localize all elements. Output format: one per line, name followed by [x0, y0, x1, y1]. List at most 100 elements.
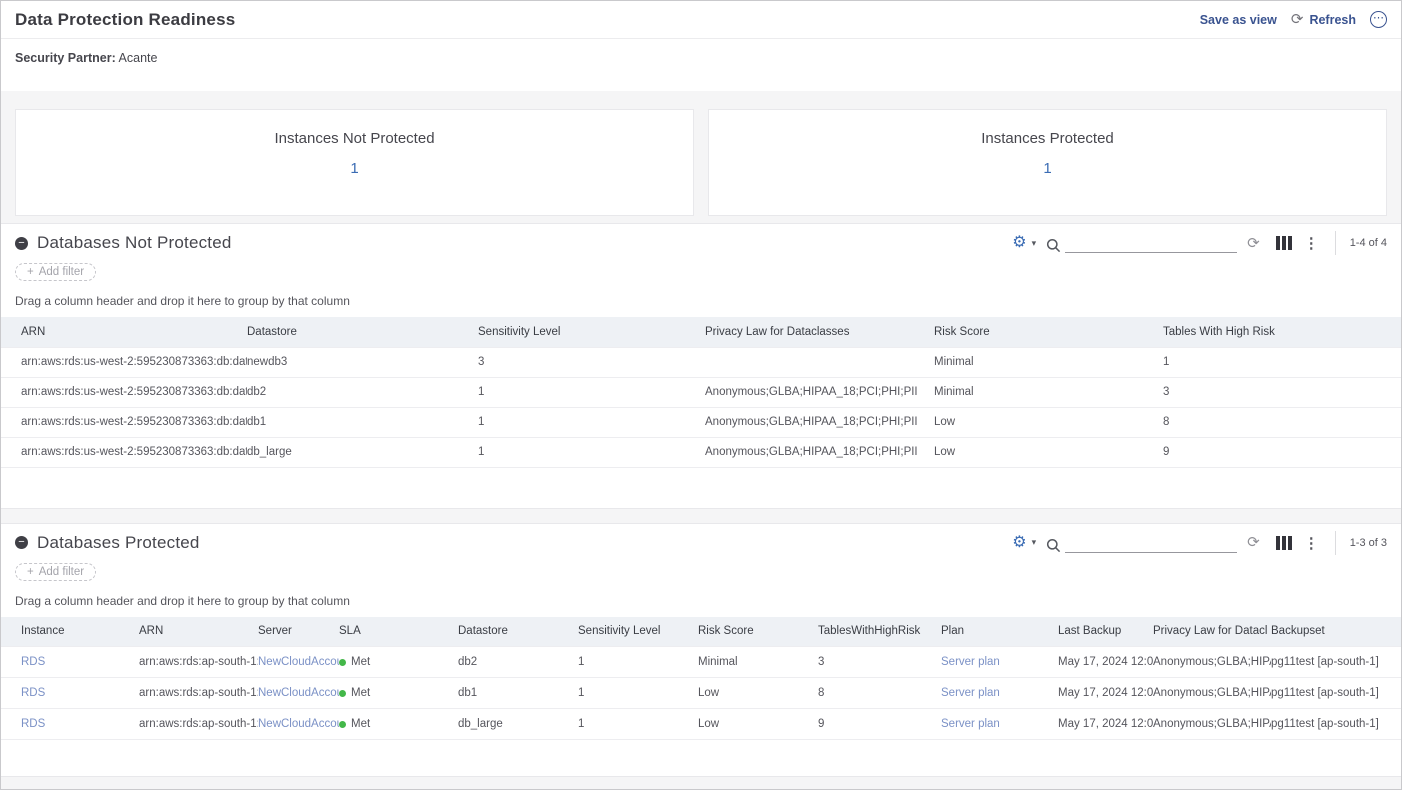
column-header-server[interactable]: Server [258, 617, 339, 647]
tables-high-risk-cell: 8 [818, 678, 941, 709]
more-menu-icon[interactable]: ⋯ [1370, 11, 1387, 28]
column-header-sla[interactable]: SLA [339, 617, 458, 647]
column-header-plan[interactable]: Plan [941, 617, 1058, 647]
save-as-view-button[interactable]: Save as view [1200, 13, 1277, 27]
table-header-row: ARN Datastore Sensitivity Level Privacy … [1, 317, 1401, 347]
search-box [1046, 533, 1237, 553]
section-header: − Databases Not Protected ⚙ ▾ ⟳ ⋮ 1-4 of… [1, 224, 1401, 260]
grid-refresh-icon[interactable]: ⟳ [1247, 535, 1260, 550]
column-header-tables-high-risk[interactable]: Tables With High Risk [1163, 317, 1401, 347]
column-header-datastore[interactable]: Datastore [458, 617, 578, 647]
toolbar-divider [1335, 231, 1336, 255]
arn-cell: arn:aws:rds:us-west-2:595230873363:db:da… [1, 437, 247, 467]
table-row: RDS arn:aws:rds:ap-south-1:6 NewCloudAcc… [1, 647, 1401, 678]
risk-score-cell: Minimal [934, 377, 1163, 407]
tables-high-risk-cell: 9 [818, 709, 941, 740]
column-header-backupset[interactable]: Backupset [1271, 617, 1401, 647]
filter-row: + Add filter [1, 560, 1401, 581]
server-link[interactable]: NewCloudAccount [258, 687, 339, 699]
table-row: arn:aws:rds:us-west-2:595230873363:db:da… [1, 347, 1401, 377]
server-link[interactable]: NewCloudAccount [258, 718, 339, 730]
backupset-cell: pg11test [ap-south-1] [1271, 709, 1401, 740]
sla-cell: Met [339, 678, 446, 708]
column-header-instance[interactable]: Instance [1, 617, 139, 647]
search-input[interactable] [1065, 233, 1237, 253]
grid-refresh-icon[interactable]: ⟳ [1247, 236, 1260, 251]
card-title: Instances Not Protected [16, 130, 693, 147]
security-partner-label: Security Partner: [15, 51, 116, 65]
filter-row: + Add filter [1, 260, 1401, 281]
instance-link[interactable]: RDS [21, 718, 45, 730]
plan-link[interactable]: Server plan [941, 718, 1000, 730]
column-header-privacy-law[interactable]: Privacy Law for Dataclasses [705, 317, 934, 347]
last-backup-cell: May 17, 2024 12:00:0 [1058, 678, 1153, 709]
card-value[interactable]: 1 [16, 160, 693, 177]
table-row: arn:aws:rds:us-west-2:595230873363:db:da… [1, 377, 1401, 407]
gear-icon[interactable]: ⚙ [1012, 235, 1026, 251]
table-row: RDS arn:aws:rds:ap-south-1:6 NewCloudAcc… [1, 678, 1401, 709]
data-protection-readiness-page: Data Protection Readiness Save as view ⟳… [0, 0, 1402, 790]
tables-high-risk-cell: 9 [1163, 437, 1401, 467]
column-header-risk-score[interactable]: Risk Score [934, 317, 1163, 347]
columns-icon[interactable] [1276, 236, 1292, 250]
kebab-menu-icon[interactable]: ⋮ [1302, 534, 1321, 552]
privacy-law-cell: Anonymous;GLBA;HIPAA_18;PCI;PHI;PII [1153, 678, 1271, 709]
card-value[interactable]: 1 [709, 160, 1386, 177]
risk-score-cell: Minimal [934, 347, 1163, 377]
datastore-cell: db2 [458, 647, 578, 678]
arn-cell: arn:aws:rds:us-west-2:595230873363:db:da… [1, 347, 247, 377]
column-header-privacy-law[interactable]: Privacy Law for Datacl [1153, 617, 1271, 647]
plan-link[interactable]: Server plan [941, 656, 1000, 668]
sla-met-dot-icon [339, 690, 346, 697]
card-instances-not-protected: Instances Not Protected 1 [15, 109, 694, 216]
arn-cell: arn:aws:rds:us-west-2:595230873363:db:da… [1, 407, 247, 437]
add-filter-button[interactable]: + Add filter [15, 563, 96, 581]
sla-met-dot-icon [339, 659, 346, 666]
sla-label: Met [351, 656, 370, 668]
column-header-last-backup[interactable]: Last Backup [1058, 617, 1153, 647]
column-header-sensitivity-level[interactable]: Sensitivity Level [478, 317, 705, 347]
chevron-down-icon[interactable]: ▾ [1032, 537, 1037, 548]
security-partner-line: Security Partner: Acante [1, 39, 1401, 91]
top-bar-actions: Save as view ⟳ Refresh ⋯ [1200, 11, 1387, 28]
chevron-down-icon[interactable]: ▾ [1032, 238, 1037, 249]
server-link[interactable]: NewCloudAccount [258, 656, 339, 668]
collapse-icon[interactable]: − [15, 237, 28, 250]
privacy-law-cell: Anonymous;GLBA;HIPAA_18;PCI;PHI;PII [705, 377, 934, 407]
plus-icon: + [27, 566, 34, 578]
datastore-cell: newdb3 [247, 347, 478, 377]
column-header-arn[interactable]: ARN [139, 617, 258, 647]
datastore-cell: db2 [247, 377, 478, 407]
backupset-cell: pg11test [ap-south-1] [1271, 678, 1401, 709]
gear-icon[interactable]: ⚙ [1012, 535, 1026, 551]
columns-icon[interactable] [1276, 536, 1292, 550]
collapse-icon[interactable]: − [15, 536, 28, 549]
column-header-datastore[interactable]: Datastore [247, 317, 478, 347]
table-row: arn:aws:rds:us-west-2:595230873363:db:da… [1, 437, 1401, 467]
privacy-law-cell: Anonymous;GLBA;HIPAA_18;PCI;PHI;PII [1153, 647, 1271, 678]
kebab-menu-icon[interactable]: ⋮ [1302, 234, 1321, 252]
section-collapse-toggle[interactable]: − Databases Not Protected [15, 233, 232, 253]
sla-met-dot-icon [339, 721, 346, 728]
plan-link[interactable]: Server plan [941, 687, 1000, 699]
search-input[interactable] [1065, 533, 1237, 553]
risk-score-cell: Low [698, 678, 818, 709]
instance-link[interactable]: RDS [21, 687, 45, 699]
column-header-tables-with-high-risk[interactable]: TablesWithHighRisk [818, 617, 941, 647]
refresh-icon: ⟳ [1291, 12, 1304, 27]
instance-link[interactable]: RDS [21, 656, 45, 668]
section-title: Databases Not Protected [37, 233, 232, 253]
sensitivity-cell: 1 [478, 407, 705, 437]
refresh-button[interactable]: ⟳ Refresh [1291, 12, 1356, 27]
column-header-sensitivity-level[interactable]: Sensitivity Level [578, 617, 698, 647]
sla-label: Met [351, 718, 370, 730]
add-filter-button[interactable]: + Add filter [15, 263, 96, 281]
summary-cards: Instances Not Protected 1 Instances Prot… [15, 109, 1387, 216]
column-header-risk-score[interactable]: Risk Score [698, 617, 818, 647]
row-range: 1-4 of 4 [1350, 237, 1387, 249]
top-bar: Data Protection Readiness Save as view ⟳… [1, 1, 1401, 39]
card-instances-protected: Instances Protected 1 [708, 109, 1387, 216]
column-header-arn[interactable]: ARN [1, 317, 247, 347]
search-box [1046, 233, 1237, 253]
section-collapse-toggle[interactable]: − Databases Protected [15, 533, 200, 553]
